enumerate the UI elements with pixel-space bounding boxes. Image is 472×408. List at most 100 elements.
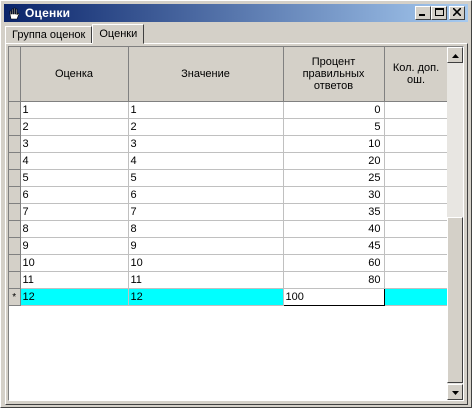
maximize-icon	[434, 7, 444, 19]
cell-extra-errors[interactable]	[384, 101, 449, 119]
header-extra-errors[interactable]: Кол. доп. ош.	[384, 47, 449, 102]
cell-extra-errors[interactable]	[384, 203, 449, 221]
cell-value[interactable]: 6	[128, 186, 284, 204]
table-row[interactable]: 5 5 25	[9, 169, 449, 187]
row-indicator[interactable]	[9, 237, 21, 255]
row-indicator[interactable]	[9, 152, 21, 170]
app-window: Оценки Группа оценок Оценки Оценка Значе…	[0, 0, 472, 408]
row-indicator[interactable]	[9, 271, 21, 289]
minimize-button[interactable]	[415, 6, 431, 20]
close-button[interactable]	[449, 6, 465, 20]
header-grade[interactable]: Оценка	[20, 47, 129, 102]
row-indicator[interactable]	[9, 169, 21, 187]
cell-grade[interactable]: 7	[20, 203, 129, 221]
cell-extra-errors[interactable]	[384, 271, 449, 289]
table-row[interactable]: 225	[9, 118, 449, 136]
row-indicator[interactable]	[9, 220, 21, 238]
cell-value[interactable]: 9	[128, 237, 284, 255]
scroll-thumb[interactable]	[447, 217, 463, 383]
tab-label: Оценки	[99, 28, 138, 40]
cell-grade[interactable]: 9	[20, 237, 129, 255]
header-percent[interactable]: Процент правильных ответов	[283, 47, 385, 102]
cell-extra-errors[interactable]	[384, 237, 449, 255]
table-row[interactable]: 4 4 20	[9, 152, 449, 170]
tab-grades[interactable]: Оценки	[92, 24, 145, 44]
cell-grade[interactable]: 11	[20, 271, 129, 289]
row-indicator[interactable]	[9, 254, 21, 272]
cell-percent[interactable]: 20	[283, 152, 385, 170]
cell-value[interactable]: 3	[128, 135, 284, 153]
cell-percent[interactable]: 25	[283, 169, 385, 187]
cell-grade[interactable]: 3	[20, 135, 129, 153]
cell-extra-errors[interactable]	[384, 152, 449, 170]
cell-percent[interactable]: 60	[283, 254, 385, 272]
arrow-up-icon	[451, 51, 459, 60]
cell-value[interactable]: 10	[128, 254, 284, 272]
cell-extra-errors[interactable]	[384, 135, 449, 153]
header-indicator	[9, 47, 21, 102]
grades-grid: Оценка Значение Процент правильных ответ…	[8, 46, 464, 401]
cell-percent[interactable]: 35	[283, 203, 385, 221]
title-bar[interactable]: Оценки	[4, 4, 468, 22]
cell-extra-errors[interactable]	[384, 186, 449, 204]
cell-percent[interactable]: 0	[283, 101, 385, 119]
cell-value[interactable]: 5	[128, 169, 284, 187]
cell-grade[interactable]: 4	[20, 152, 129, 170]
tab-strip: Группа оценок Оценки	[5, 24, 145, 44]
cell-value[interactable]: 11	[128, 271, 284, 289]
tab-label: Группа оценок	[12, 29, 86, 41]
table-row[interactable]: 7 7 35	[9, 203, 449, 221]
table-row[interactable]: 8 8 40	[9, 220, 449, 238]
row-indicator[interactable]: *	[9, 288, 21, 306]
cell-grade[interactable]: 12	[20, 288, 129, 306]
table-row[interactable]: 10 10 60	[9, 254, 449, 272]
cell-extra-errors[interactable]	[384, 288, 449, 306]
cell-grade[interactable]: 10	[20, 254, 129, 272]
window-title: Оценки	[25, 6, 71, 20]
row-indicator[interactable]	[9, 118, 21, 136]
cell-percent[interactable]: 30	[283, 186, 385, 204]
cell-value[interactable]: 1	[128, 101, 284, 119]
table-row[interactable]: 3 3 10	[9, 135, 449, 153]
cell-percent[interactable]: 10	[283, 135, 385, 153]
table-row[interactable]: 110	[9, 101, 449, 119]
cell-value[interactable]: 2	[128, 118, 284, 136]
cell-grade[interactable]: 5	[20, 169, 129, 187]
hand-icon	[7, 6, 21, 20]
cell-value[interactable]: 12	[128, 288, 284, 306]
cell-extra-errors[interactable]	[384, 220, 449, 238]
cell-percent[interactable]: 80	[283, 271, 385, 289]
cell-value[interactable]: 4	[128, 152, 284, 170]
arrow-down-icon	[451, 388, 459, 397]
cell-percent[interactable]: 5	[283, 118, 385, 136]
cell-value[interactable]: 7	[128, 203, 284, 221]
tab-grade-group[interactable]: Группа оценок	[5, 26, 93, 44]
table-row[interactable]: * 12 12 100	[9, 288, 449, 306]
tab-panel: Оценка Значение Процент правильных ответ…	[5, 43, 468, 405]
minimize-icon	[419, 8, 427, 18]
scroll-up-button[interactable]	[447, 47, 463, 63]
cell-percent[interactable]: 100	[282, 288, 385, 306]
cell-grade[interactable]: 8	[20, 220, 129, 238]
cell-grade[interactable]: 1	[20, 101, 129, 119]
table-row[interactable]: 9 9 45	[9, 237, 449, 255]
row-indicator[interactable]	[9, 135, 21, 153]
cell-grade[interactable]: 2	[20, 118, 129, 136]
row-indicator[interactable]	[9, 186, 21, 204]
cell-value[interactable]: 8	[128, 220, 284, 238]
cell-percent[interactable]: 40	[283, 220, 385, 238]
table-row[interactable]: 11 11 80	[9, 271, 449, 289]
vertical-scrollbar[interactable]	[447, 47, 463, 400]
row-indicator[interactable]	[9, 203, 21, 221]
header-value[interactable]: Значение	[128, 47, 284, 102]
table-row[interactable]: 6 6 30	[9, 186, 449, 204]
row-indicator[interactable]	[9, 101, 21, 119]
scroll-down-button[interactable]	[447, 384, 463, 400]
cell-extra-errors[interactable]	[384, 254, 449, 272]
maximize-button[interactable]	[431, 6, 447, 20]
cell-percent[interactable]: 45	[283, 237, 385, 255]
cell-extra-errors[interactable]	[384, 118, 449, 136]
cell-grade[interactable]: 6	[20, 186, 129, 204]
cell-extra-errors[interactable]	[384, 169, 449, 187]
grid-body: 1 1 0 2 2 5 3 3 10 4 4 20 5 5 25 6 6 30 7 7 35 8 8 40 9 9 45 10 10 60…	[9, 101, 449, 306]
